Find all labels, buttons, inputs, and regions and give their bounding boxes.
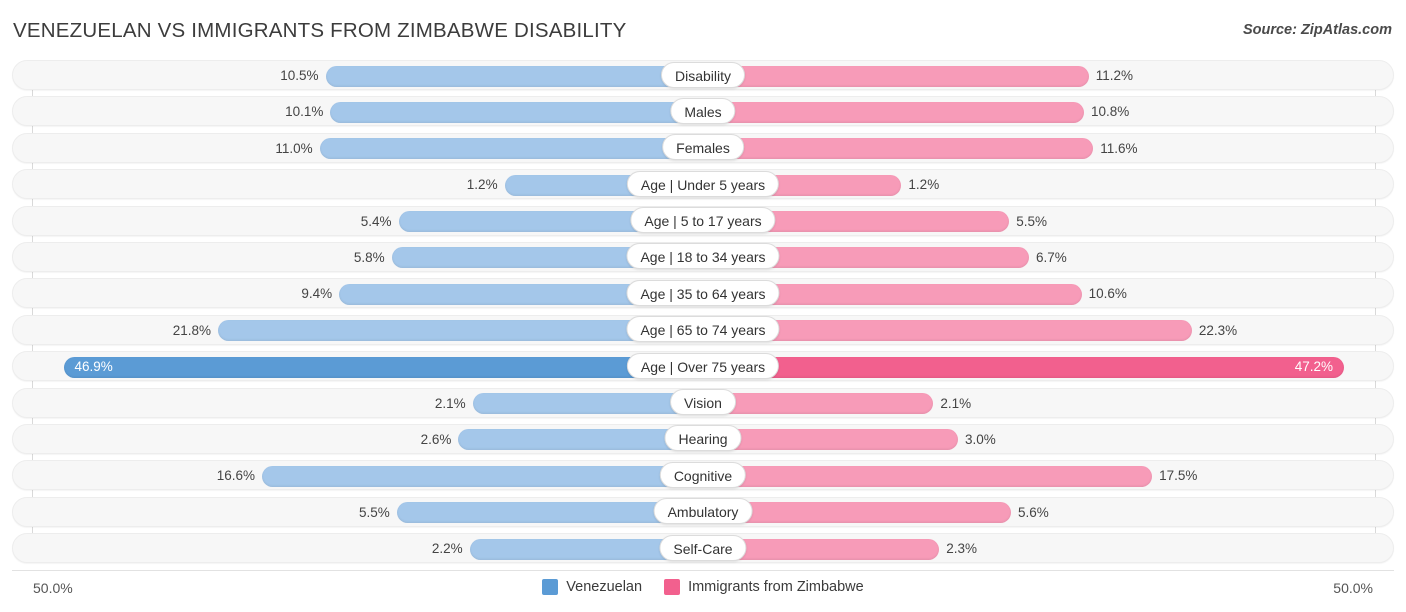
- bar-immigrants-from-zimbabwe[interactable]: [703, 138, 1094, 160]
- value-label-venezuelan: 1.2%: [466, 177, 498, 193]
- category-label-pill[interactable]: Age | 65 to 74 years: [626, 316, 780, 343]
- table-row[interactable]: 1.2% 1.2% Age | Under 5 years: [0, 167, 1406, 203]
- value-label-immigrants-from-zimbabwe: 11.2%: [1095, 68, 1133, 83]
- bar-immigrants-from-zimbabwe[interactable]: [703, 101, 1085, 123]
- bar-venezuelan[interactable]: [325, 65, 703, 87]
- table-row[interactable]: 5.4% 5.5% Age | 5 to 17 years: [0, 204, 1406, 240]
- category-label-pill[interactable]: Age | Under 5 years: [626, 170, 780, 197]
- category-label-pill[interactable]: Age | Over 75 years: [626, 352, 780, 379]
- value-label-venezuelan: 46.9%: [74, 359, 113, 375]
- bar-rows-container: 10.5% 11.2% Disability 10.1% 10.8% Males 11.0%…: [0, 58, 1406, 567]
- chart-plot-area: 10.5% 11.2% Disability 10.1% 10.8% Males 11.0%…: [0, 58, 1406, 570]
- value-label-venezuelan: 2.6%: [420, 431, 452, 447]
- value-label-immigrants-from-zimbabwe: 2.3%: [946, 541, 978, 557]
- category-label-pill[interactable]: Vision: [670, 389, 736, 416]
- category-label-pill[interactable]: Ambulatory: [653, 498, 753, 525]
- table-row[interactable]: 11.0% 11.6% Females: [0, 131, 1406, 167]
- legend-swatch-icon: [664, 579, 681, 595]
- value-label-immigrants-from-zimbabwe: 5.6%: [1017, 504, 1049, 520]
- value-label-venezuelan: 9.4%: [301, 286, 333, 302]
- legend-item[interactable]: Venezuelan: [542, 579, 642, 595]
- bar-immigrants-from-zimbabwe[interactable]: [703, 465, 1153, 487]
- value-label-venezuelan: 2.1%: [434, 395, 466, 411]
- source-attribution: Source: ZipAtlas.com: [1242, 22, 1392, 38]
- bar-venezuelan[interactable]: [319, 138, 703, 160]
- footer-divider: [12, 570, 1394, 571]
- chart-footer: 50.0% 50.0% Venezuelan Immigrants from Zi…: [0, 570, 1406, 612]
- table-row[interactable]: 16.6% 17.5% Cognitive: [0, 458, 1406, 494]
- value-label-venezuelan: 10.1%: [285, 104, 324, 120]
- value-label-venezuelan: 2.2%: [431, 541, 463, 557]
- bar-venezuelan[interactable]: [63, 356, 703, 378]
- table-row[interactable]: 2.1% 2.1% Vision: [0, 386, 1406, 422]
- category-label-pill[interactable]: Cognitive: [659, 461, 747, 488]
- table-row[interactable]: 10.1% 10.8% Males: [0, 94, 1406, 130]
- bar-immigrants-from-zimbabwe[interactable]: [703, 65, 1089, 87]
- value-label-immigrants-from-zimbabwe: 2.1%: [940, 395, 972, 411]
- value-label-venezuelan: 11.0%: [275, 140, 313, 156]
- bar-immigrants-from-zimbabwe[interactable]: [703, 356, 1344, 378]
- chart-header: VENEZUELAN VS IMMIGRANTS FROM ZIMBABWE D…: [0, 0, 1406, 58]
- value-label-immigrants-from-zimbabwe: 22.3%: [1198, 322, 1238, 338]
- bar-venezuelan[interactable]: [262, 465, 703, 487]
- value-label-venezuelan: 5.4%: [360, 213, 392, 229]
- legend-item-label: Venezuelan: [566, 579, 643, 595]
- legend-swatch-icon: [542, 579, 559, 595]
- value-label-venezuelan: 5.8%: [353, 249, 385, 265]
- category-label-pill[interactable]: Males: [670, 97, 736, 124]
- value-label-immigrants-from-zimbabwe: 1.2%: [908, 177, 940, 193]
- table-row[interactable]: 2.2% 2.3% Self-Care: [0, 531, 1406, 567]
- value-label-immigrants-from-zimbabwe: 10.6%: [1088, 286, 1127, 302]
- table-row[interactable]: 10.5% 11.2% Disability: [0, 58, 1406, 94]
- value-label-venezuelan: 16.6%: [216, 468, 256, 484]
- value-label-immigrants-from-zimbabwe: 6.7%: [1035, 249, 1067, 265]
- value-label-immigrants-from-zimbabwe: 17.5%: [1159, 468, 1198, 484]
- value-label-venezuelan: 5.5%: [358, 504, 390, 520]
- category-label-pill[interactable]: Hearing: [664, 425, 742, 452]
- category-label-pill[interactable]: Age | 5 to 17 years: [630, 207, 776, 234]
- value-label-immigrants-from-zimbabwe: 10.8%: [1091, 104, 1130, 120]
- table-row[interactable]: 2.6% 3.0% Hearing: [0, 422, 1406, 458]
- bar-venezuelan[interactable]: [472, 393, 703, 415]
- table-row[interactable]: 5.8% 6.7% Age | 18 to 34 years: [0, 240, 1406, 276]
- bar-venezuelan[interactable]: [330, 101, 703, 123]
- value-label-immigrants-from-zimbabwe: 11.6%: [1100, 140, 1138, 156]
- table-row[interactable]: 5.5% 5.6% Ambulatory: [0, 495, 1406, 531]
- table-row[interactable]: 9.4% 10.6% Age | 35 to 64 years: [0, 276, 1406, 312]
- bar-immigrants-from-zimbabwe[interactable]: [703, 393, 934, 415]
- category-label-pill[interactable]: Females: [662, 134, 744, 161]
- table-row[interactable]: 21.8% 22.3% Age | 65 to 74 years: [0, 313, 1406, 349]
- legend-item-label: Immigrants from Zimbabwe: [688, 579, 864, 595]
- value-label-venezuelan: 10.5%: [280, 68, 319, 83]
- value-label-immigrants-from-zimbabwe: 47.2%: [1294, 359, 1333, 375]
- value-label-immigrants-from-zimbabwe: 3.0%: [964, 431, 996, 447]
- value-label-venezuelan: 21.8%: [172, 322, 211, 338]
- category-label-pill[interactable]: Age | 18 to 34 years: [626, 243, 780, 270]
- page-title: VENEZUELAN VS IMMIGRANTS FROM ZIMBABWE D…: [13, 19, 627, 42]
- legend-item[interactable]: Immigrants from Zimbabwe: [664, 579, 864, 595]
- category-label-pill[interactable]: Age | 35 to 64 years: [626, 279, 780, 306]
- category-label-pill[interactable]: Disability: [660, 61, 746, 88]
- chart-legend: Venezuelan Immigrants from Zimbabwe: [0, 579, 1406, 595]
- table-row[interactable]: 46.9% 47.2% Age | Over 75 years: [0, 349, 1406, 385]
- category-label-pill[interactable]: Self-Care: [659, 534, 747, 561]
- value-label-immigrants-from-zimbabwe: 5.5%: [1016, 213, 1048, 229]
